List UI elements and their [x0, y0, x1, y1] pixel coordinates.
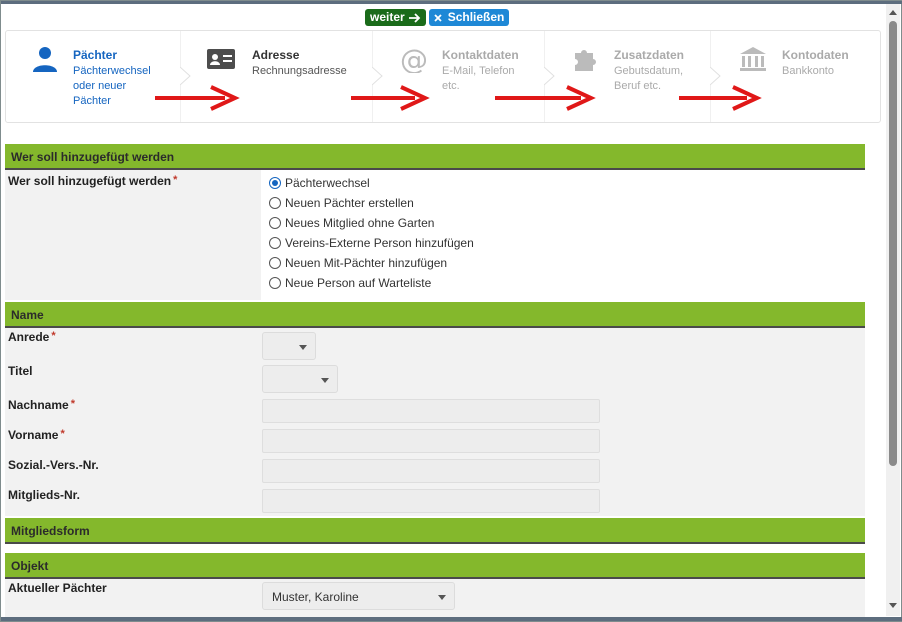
vertical-scrollbar[interactable] [886, 4, 900, 616]
aktueller-paechter-label: Aktueller Pächter [8, 581, 107, 595]
step-subtitle: Bankkonto [782, 65, 834, 77]
step-subtitle: Rechnungsadresse [252, 65, 347, 77]
bank-icon [740, 47, 766, 71]
radio-unchecked-icon[interactable] [269, 217, 281, 229]
user-icon [33, 47, 57, 72]
step-title: Kontodaten [782, 48, 849, 62]
radio-unchecked-icon[interactable] [269, 237, 281, 249]
radio-checked-icon[interactable] [269, 177, 281, 189]
chevron-down-icon [438, 595, 446, 600]
radio-vereins-externe[interactable]: Vereins-Externe Person hinzufügen [269, 236, 474, 250]
radio-neuen-paechter[interactable]: Neuen Pächter erstellen [269, 196, 414, 210]
puzzle-icon [575, 50, 596, 71]
sozial-field[interactable] [262, 459, 600, 483]
form-area: Wer soll hinzugefügt werden Wer soll hin… [5, 144, 865, 619]
red-arrow-icon [351, 85, 430, 111]
weiter-button[interactable]: weiter [365, 9, 426, 26]
titel-select[interactable] [262, 365, 338, 393]
top-button-bar: weiter Schließen [365, 9, 510, 26]
schliessen-label: Schließen [447, 10, 505, 24]
red-arrow-icon [679, 85, 762, 111]
wer-radio-group: Pächterwechsel Neuen Pächter erstellen N… [261, 170, 865, 300]
scroll-down-icon[interactable] [889, 603, 897, 608]
step-title: Kontaktdaten [442, 48, 519, 62]
anrede-select[interactable] [262, 332, 316, 360]
step-title: Adresse [252, 48, 300, 62]
vorname-field[interactable] [262, 429, 600, 453]
dialog-window: weiter Schließen Pächter Pächterwechsel … [0, 0, 902, 622]
svg-text:@: @ [400, 45, 428, 73]
anrede-label: Anrede * [8, 330, 56, 344]
sozial-label: Sozial.-Vers.-Nr. [8, 458, 99, 472]
row-mitgliedsform [5, 544, 865, 553]
arrow-right-icon [408, 12, 420, 23]
row-name: Anrede * Titel Nachname * Vorname * Sozial.… [5, 328, 865, 516]
row-wer: Wer soll hinzugefügt werden * Pächterwech… [5, 170, 865, 300]
radio-warteliste[interactable]: Neue Person auf Warteliste [269, 276, 431, 290]
radio-neues-mitglied[interactable]: Neues Mitglied ohne Garten [269, 216, 434, 230]
at-icon: @ [400, 45, 428, 73]
section-header-name: Name [5, 302, 865, 328]
section-header-objekt: Objekt [5, 553, 865, 579]
weiter-label: weiter [370, 10, 405, 24]
red-arrow-icon [495, 85, 596, 111]
chevron-down-icon [321, 378, 329, 383]
schliessen-button[interactable]: Schließen [428, 9, 510, 26]
wer-label: Wer soll hinzugefügt werden * [8, 174, 178, 188]
radio-unchecked-icon[interactable] [269, 257, 281, 269]
chevron-down-icon [299, 345, 307, 350]
close-icon [434, 13, 442, 22]
address-card-icon [207, 49, 235, 69]
step-title: Zusatzdaten [614, 48, 685, 62]
scroll-up-icon[interactable] [889, 10, 897, 15]
aktueller-paechter-select[interactable]: Muster, Karoline [262, 582, 455, 610]
radio-mit-paechter[interactable]: Neuen Mit-Pächter hinzufügen [269, 256, 447, 270]
vorname-label: Vorname * [8, 428, 65, 442]
scrollbar-thumb[interactable] [889, 21, 897, 466]
nachname-label: Nachname * [8, 398, 75, 412]
window-bottom-border [1, 617, 902, 621]
mitglieds-field[interactable] [262, 489, 600, 513]
window-top-border [1, 1, 902, 4]
step-title: Pächter [73, 48, 118, 62]
step-subtitle: Pächterwechsel oder neuer Pächter [73, 65, 151, 107]
nachname-field[interactable] [262, 399, 600, 423]
radio-unchecked-icon[interactable] [269, 277, 281, 289]
section-header-wer: Wer soll hinzugefügt werden [5, 144, 865, 170]
radio-paechterwechsel[interactable]: Pächterwechsel [269, 176, 370, 190]
red-arrow-icon [155, 85, 240, 111]
radio-unchecked-icon[interactable] [269, 197, 281, 209]
titel-label: Titel [8, 364, 33, 378]
mitglieds-label: Mitglieds-Nr. [8, 488, 81, 502]
section-header-mitgliedsform: Mitgliedsform [5, 518, 865, 544]
row-objekt: Aktueller Pächter Muster, Karoline [5, 579, 865, 619]
